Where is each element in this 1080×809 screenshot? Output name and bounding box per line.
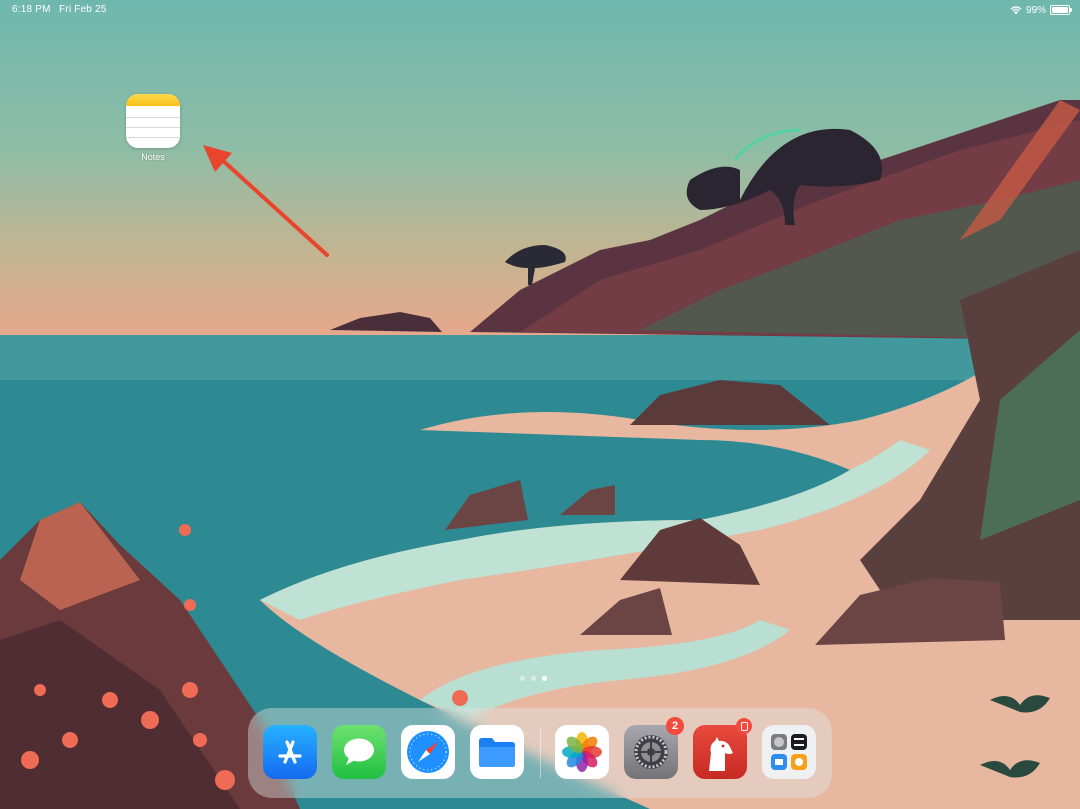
page-dot-1[interactable]: [520, 676, 525, 681]
annotation-arrow: [203, 145, 329, 257]
dock-app-messages[interactable]: [332, 725, 386, 779]
dock-app-photos[interactable]: [555, 725, 609, 779]
page-dot-3[interactable]: [542, 676, 547, 681]
dock-app-app-store[interactable]: [263, 725, 317, 779]
files-icon: [470, 725, 524, 779]
dock-app-library[interactable]: [762, 725, 816, 779]
bear-notification-badge: [736, 718, 752, 734]
dock-divider: [540, 728, 541, 778]
dock-app-files[interactable]: [470, 725, 524, 779]
page-dot-2[interactable]: [531, 676, 536, 681]
ipad-home-screen: 6:18 PM Fri Feb 25 99% Notes 2: [0, 0, 1080, 809]
app-library-icon: [762, 725, 816, 779]
dock-app-bear[interactable]: [693, 718, 752, 779]
settings-notification-badge: 2: [666, 717, 684, 735]
photos-icon: [555, 725, 609, 779]
bear-icon: [693, 725, 747, 779]
app-store-icon: [263, 725, 317, 779]
dock-app-settings[interactable]: 2: [624, 717, 684, 779]
safari-icon: [401, 725, 455, 779]
messages-icon: [332, 725, 386, 779]
dock: 2: [248, 708, 832, 798]
dock-app-safari[interactable]: [401, 725, 455, 779]
page-indicator[interactable]: [520, 676, 547, 681]
